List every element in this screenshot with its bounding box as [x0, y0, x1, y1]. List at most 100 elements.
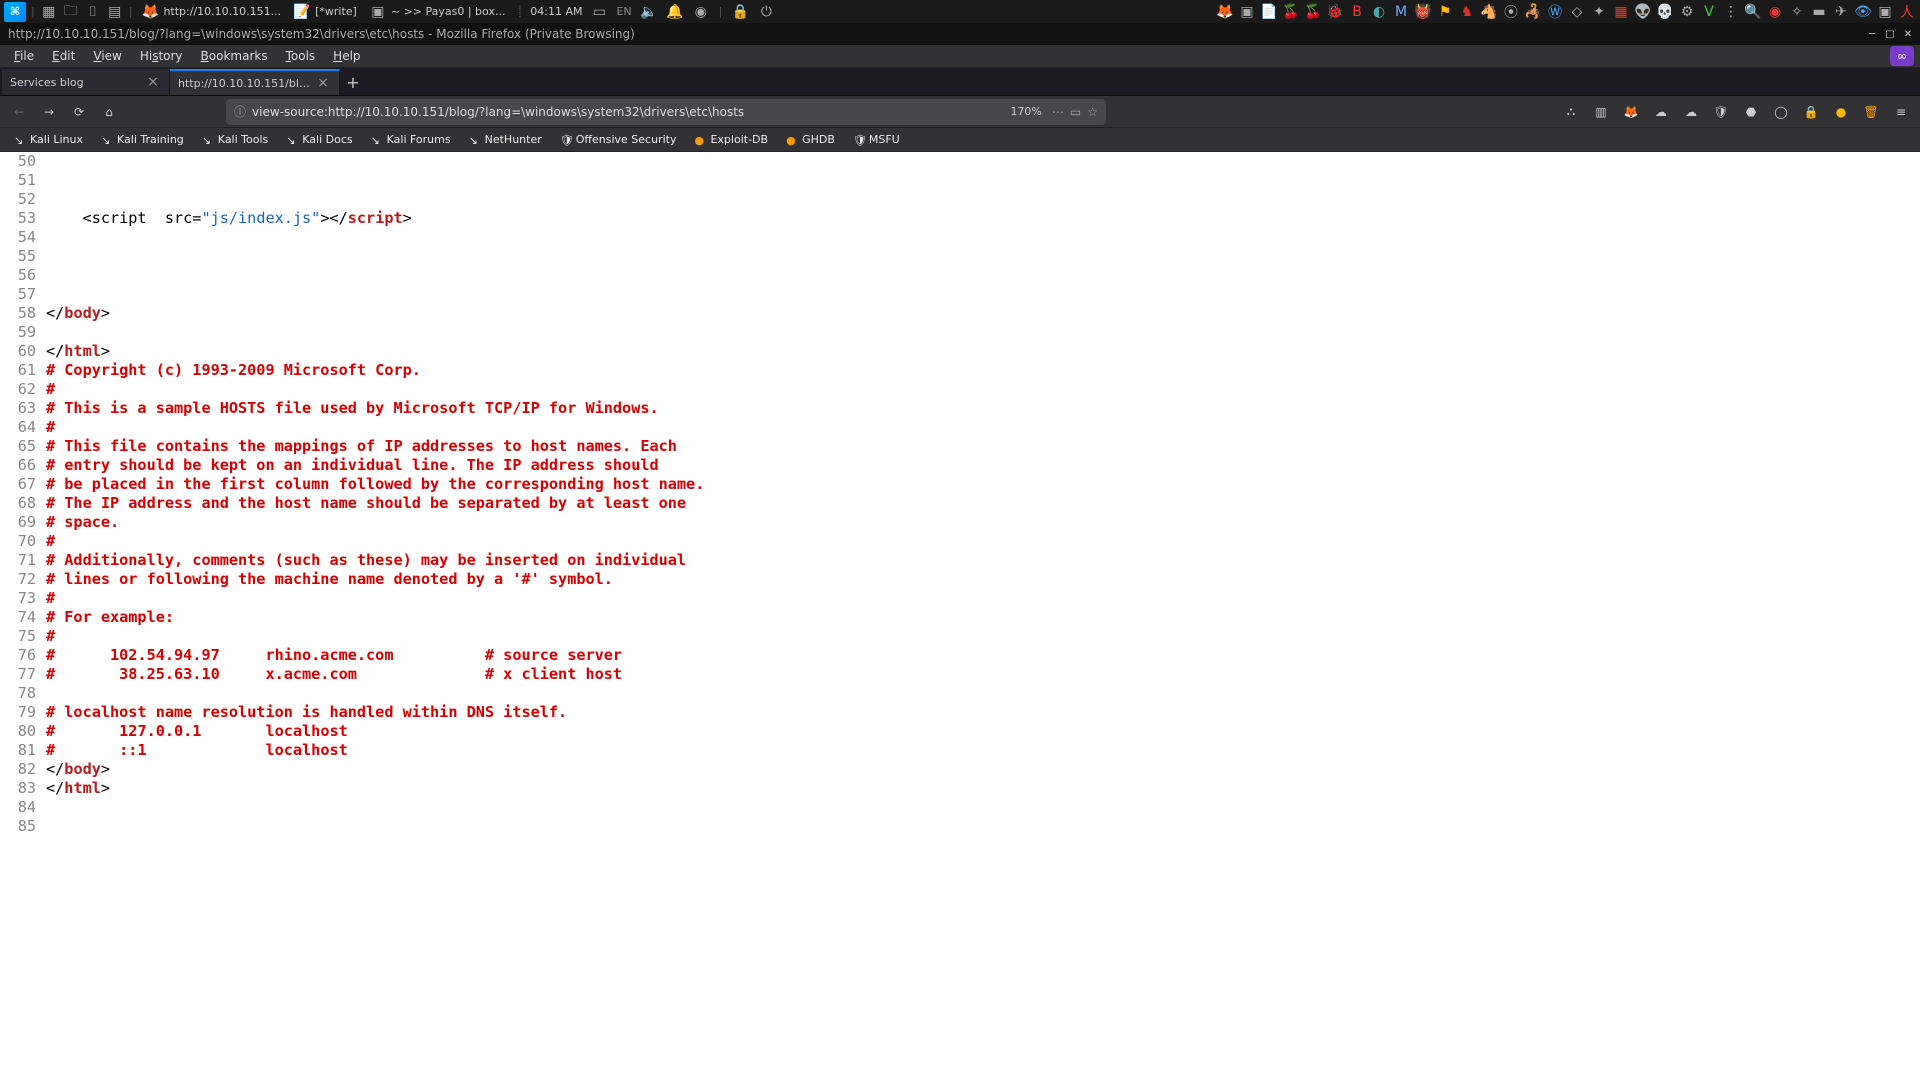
taskbar-terminal-title[interactable]: ▣ ~ >> Payas0 | box... — [365, 2, 510, 22]
menu-file[interactable]: File — [6, 47, 42, 65]
keyboard-layout[interactable]: EN — [616, 5, 631, 18]
bookmark-ghdb[interactable]: ●GHDB — [778, 131, 843, 148]
extension-icon[interactable]: 🛡 — [1708, 99, 1734, 125]
tray-icon[interactable]: M — [1392, 3, 1410, 21]
info-icon[interactable]: ⓘ — [234, 103, 246, 120]
editor-icon[interactable]: ▤ — [106, 3, 124, 21]
tray-icon[interactable]: 🦊 — [1216, 3, 1234, 21]
zoom-level[interactable]: 170% — [1006, 105, 1045, 118]
home-button[interactable]: ⌂ — [96, 99, 122, 125]
back-button[interactable]: ← — [6, 99, 32, 125]
files-icon[interactable]: 🗀 — [62, 3, 80, 21]
clock[interactable]: 04:11 AM — [530, 5, 582, 18]
page-viewport[interactable]: 50515253 <script src="js/index.js"></scr… — [0, 152, 1920, 1080]
dot-icon[interactable]: ◉ — [692, 3, 710, 21]
menu-edit[interactable]: Edit — [44, 47, 83, 65]
menu-bookmarks[interactable]: Bookmarks — [193, 47, 276, 65]
hamburger-menu-icon[interactable]: ≡ — [1888, 99, 1914, 125]
extension-icon[interactable]: ● — [1828, 99, 1854, 125]
tray-icon[interactable]: ◇ — [1568, 3, 1586, 21]
tray-icon[interactable]: 🐴 — [1480, 3, 1498, 21]
bookmark-kali-docs[interactable]: ↘Kali Docs — [278, 131, 360, 148]
bookmark-exploit-db[interactable]: ●Exploit-DB — [686, 131, 776, 148]
library-icon[interactable]: ⛬ — [1558, 99, 1584, 125]
tray-icon[interactable]: ◐ — [1370, 3, 1388, 21]
tab-services-blog[interactable]: Services blog × — [2, 69, 170, 95]
tray-icon[interactable]: ♞ — [1458, 3, 1476, 21]
terminal-icon[interactable]: ⌷ — [84, 3, 102, 21]
page-actions-icon[interactable]: ⋯ — [1052, 105, 1064, 119]
tray-icon[interactable]: 🍒 — [1282, 3, 1300, 21]
tray-icon[interactable]: ◉ — [1766, 3, 1784, 21]
line-content: # Copyright (c) 1993-2009 Microsoft Corp… — [46, 361, 1920, 380]
tray-icon[interactable]: ▣ — [1238, 3, 1256, 21]
tray-icon[interactable]: 👹 — [1414, 3, 1432, 21]
bookmark-kali-training[interactable]: ↘Kali Training — [93, 131, 192, 148]
new-tab-button[interactable]: + — [340, 69, 366, 95]
power-icon[interactable]: ⏻ — [757, 3, 775, 21]
offsec-icon: 🛡 — [560, 134, 572, 146]
tray-icon[interactable]: 📄 — [1260, 3, 1278, 21]
bookmark-msfu[interactable]: 🛡MSFU — [845, 131, 908, 148]
workspace-icon[interactable]: ▦ — [40, 3, 58, 21]
menu-view[interactable]: View — [85, 47, 129, 65]
extension-icon[interactable]: 🦊 — [1618, 99, 1644, 125]
tray-icon[interactable]: 💀 — [1656, 3, 1674, 21]
tray-icon[interactable]: V — [1700, 3, 1718, 21]
tray-icon[interactable]: Ⓦ — [1546, 3, 1564, 21]
tray-icon[interactable]: ⚑ — [1436, 3, 1454, 21]
text-editor-icon: 📝 — [293, 3, 311, 21]
lock-icon[interactable]: 🔒 — [731, 3, 749, 21]
taskbar-app-editor[interactable]: 📝 [*write] — [289, 2, 361, 22]
extension-icon[interactable]: ☁ — [1678, 99, 1704, 125]
url-bar[interactable]: ⓘ view-source:http://10.10.10.151/blog/?… — [226, 99, 1106, 125]
tray-icon[interactable]: 👽 — [1634, 3, 1652, 21]
reader-icon[interactable]: ▭ — [1070, 105, 1081, 119]
bookmark-offensive-security[interactable]: 🛡Offensive Security — [552, 131, 685, 148]
tray-icon[interactable]: ⋮ — [1722, 3, 1740, 21]
tray-icon[interactable]: ⦿ — [1502, 3, 1520, 21]
tray-icon[interactable]: ▣ — [1876, 3, 1894, 21]
extension-icon[interactable]: 🗑 — [1858, 99, 1884, 125]
volume-icon[interactable]: 🔈 — [640, 3, 658, 21]
extension-icon[interactable]: ☁ — [1648, 99, 1674, 125]
extension-icon[interactable]: ⬣ — [1738, 99, 1764, 125]
maximize-button[interactable]: ▢ — [1882, 26, 1898, 42]
kali-menu-icon[interactable]: ⌘ — [4, 2, 26, 22]
extension-icon[interactable]: 🔒 — [1798, 99, 1824, 125]
bookmark-kali-forums[interactable]: ↘Kali Forums — [363, 131, 459, 148]
taskbar-app-firefox[interactable]: 🦊 http://10.10.10.151... — [137, 2, 285, 22]
bookmark-kali-linux[interactable]: ↘Kali Linux — [6, 131, 91, 148]
calendar-icon[interactable]: ▭ — [590, 3, 608, 21]
bookmark-nethunter[interactable]: ↘NetHunter — [461, 131, 550, 148]
tray-icon[interactable]: 🐞 — [1326, 3, 1344, 21]
tray-icon[interactable]: 🍒 — [1304, 3, 1322, 21]
menu-history[interactable]: History — [132, 47, 191, 65]
account-icon[interactable]: ◯ — [1768, 99, 1794, 125]
close-tab-icon[interactable]: × — [315, 75, 331, 91]
bookmark-kali-tools[interactable]: ↘Kali Tools — [194, 131, 276, 148]
close-tab-icon[interactable]: × — [145, 74, 161, 90]
tray-icon[interactable]: 🔍 — [1744, 3, 1762, 21]
tray-icon[interactable]: ⚙ — [1678, 3, 1696, 21]
tray-icon[interactable]: 🦂 — [1524, 3, 1542, 21]
minimize-button[interactable]: ─ — [1864, 26, 1880, 42]
tray-icon[interactable]: ✦ — [1590, 3, 1608, 21]
tray-icon[interactable]: B — [1348, 3, 1366, 21]
sidebar-icon[interactable]: ▥ — [1588, 99, 1614, 125]
bookmark-star-icon[interactable]: ☆ — [1087, 105, 1098, 119]
tray-icon[interactable]: 👁 — [1854, 3, 1872, 21]
notification-icon[interactable]: 🔔 — [666, 3, 684, 21]
tray-icon[interactable]: ✈ — [1832, 3, 1850, 21]
close-button[interactable]: ✕ — [1900, 26, 1916, 42]
menu-tools[interactable]: Tools — [278, 47, 324, 65]
forward-button[interactable]: → — [36, 99, 62, 125]
reload-button[interactable]: ⟳ — [66, 99, 92, 125]
tray-icon[interactable]: ▦ — [1612, 3, 1630, 21]
line-number: 80 — [4, 722, 46, 741]
tray-icon[interactable]: ▬ — [1810, 3, 1828, 21]
tray-icon[interactable]: 人 — [1898, 3, 1916, 21]
tray-icon[interactable]: ✧ — [1788, 3, 1806, 21]
tab-view-source[interactable]: http://10.10.10.151/blog/?lan × — [170, 69, 340, 95]
menu-help[interactable]: Help — [325, 47, 368, 65]
